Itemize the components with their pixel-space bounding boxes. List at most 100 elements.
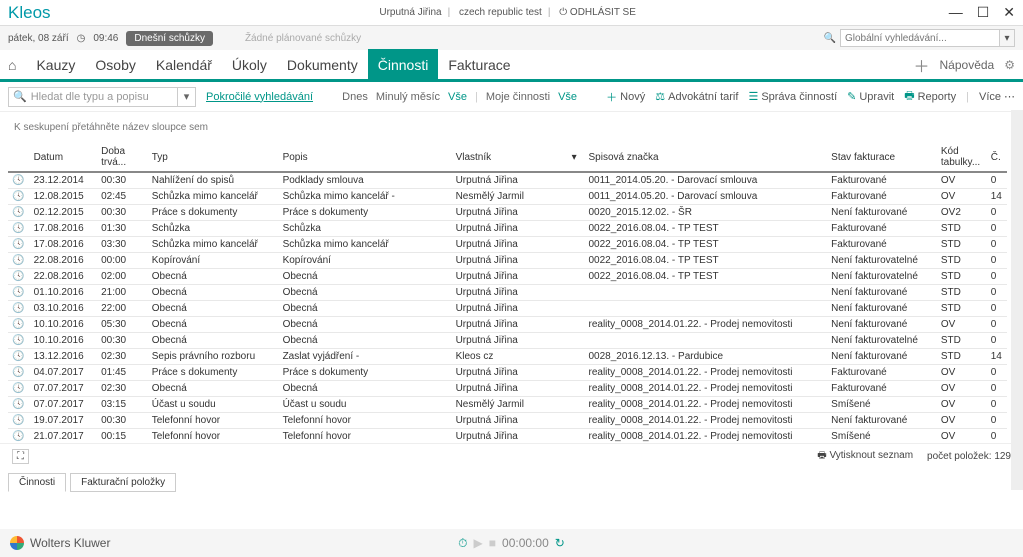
cell-typ: Sepis právního rozboru — [148, 349, 279, 365]
new-button[interactable]: ＋Nový — [606, 87, 645, 106]
table-row[interactable]: 🕓07.07.201702:30ObecnáObecnáUrputná Jiři… — [8, 381, 1007, 397]
quick-lastmonth[interactable]: Minulý měsíc — [376, 91, 440, 103]
col-spis[interactable]: Spisová značka — [585, 143, 828, 172]
nav-činnosti[interactable]: Činnosti — [368, 49, 439, 81]
table-row[interactable]: 🕓12.08.201502:45Schůzka mimo kancelářSch… — [8, 189, 1007, 205]
cell-c: 0 — [987, 205, 1007, 221]
cell-vlastnik: Urputná Jiřina — [452, 317, 568, 333]
edit-button[interactable]: ✎Upravit — [847, 87, 894, 106]
home-icon[interactable]: ⌂ — [8, 57, 16, 73]
timer-clock-icon[interactable]: ⏱ — [458, 536, 467, 551]
cell-vlastnik: Urputná Jiřina — [452, 269, 568, 285]
cell-popis: Kopírování — [279, 253, 452, 269]
cell-c: 0 — [987, 269, 1007, 285]
cell-spis — [585, 333, 828, 349]
table-row[interactable]: 🕓22.08.201602:00ObecnáObecnáUrputná Jiři… — [8, 269, 1007, 285]
right-side-panel[interactable] — [1011, 110, 1023, 490]
cell-doba: 01:45 — [97, 365, 148, 381]
tab-fakturacni[interactable]: Fakturační položky — [70, 473, 176, 492]
tarif-button[interactable]: ⚖Advokátní tarif — [655, 87, 738, 106]
col-vlastnik[interactable]: Vlastník — [452, 143, 568, 172]
table-row[interactable]: 🕓23.12.201400:30Nahlížení do spisůPodkla… — [8, 172, 1007, 189]
quick-today[interactable]: Dnes — [342, 91, 368, 103]
row-icon: 🕓 — [8, 413, 30, 429]
cell-stav: Není fakturované — [827, 205, 937, 221]
reports-button[interactable]: 🖶Reporty — [904, 87, 956, 106]
quick-all2[interactable]: Vše — [558, 91, 577, 103]
filter-dropdown-icon[interactable]: ▾ — [178, 87, 196, 107]
table-row[interactable]: 🕓17.08.201601:30SchůzkaSchůzkaUrputná Ji… — [8, 221, 1007, 237]
cell-spis: reality_0008_2014.01.22. - Prodej nemovi… — [585, 365, 828, 381]
cell-doba: 03:15 — [97, 397, 148, 413]
manage-button[interactable]: ☰Správa činností — [748, 87, 837, 106]
nav-dokumenty[interactable]: Dokumenty — [277, 49, 368, 81]
cell-vlastnik: Kleos cz — [452, 349, 568, 365]
nav-kauzy[interactable]: Kauzy — [26, 49, 85, 81]
table-row[interactable]: 🕓03.10.201622:00ObecnáObecnáUrputná Jiři… — [8, 301, 1007, 317]
cell-typ: Obecná — [148, 269, 279, 285]
group-drop-hint[interactable]: K seskupení přetáhněte název sloupce sem — [0, 112, 1023, 143]
search-dropdown-icon[interactable]: ▾ — [999, 29, 1015, 47]
quick-all[interactable]: Vše — [448, 91, 467, 103]
nav-kalendář[interactable]: Kalendář — [146, 49, 222, 81]
table-row[interactable]: 🕓22.08.201600:00KopírováníKopírováníUrpu… — [8, 253, 1007, 269]
more-button[interactable]: Více ⋯ — [979, 87, 1015, 106]
today-meetings-badge[interactable]: Dnešní schůzky — [126, 31, 213, 46]
cell-datum: 19.07.2017 — [30, 413, 98, 429]
table-row[interactable]: 🕓02.12.201500:30Práce s dokumentyPráce s… — [8, 205, 1007, 221]
cell-c: 0 — [987, 221, 1007, 237]
row-icon: 🕓 — [8, 285, 30, 301]
table-row[interactable]: 🕓17.08.201603:30Schůzka mimo kancelářSch… — [8, 237, 1007, 253]
cell-spis: reality_0008_2014.01.22. - Prodej nemovi… — [585, 429, 828, 444]
cell-c: 0 — [987, 172, 1007, 189]
nav-osoby[interactable]: Osoby — [85, 49, 145, 81]
table-row[interactable]: 🕓10.10.201605:30ObecnáObecnáUrputná Jiři… — [8, 317, 1007, 333]
plus-icon[interactable]: ＋ — [914, 53, 930, 77]
cell-vlastnik: Urputná Jiřina — [452, 253, 568, 269]
clock-icon: ◷ — [77, 33, 86, 44]
table-row[interactable]: 🕓01.10.201621:00ObecnáObecnáUrputná Jiři… — [8, 285, 1007, 301]
filter-input[interactable]: 🔍 Hledat dle typu a popisu — [8, 87, 178, 107]
cell-typ: Obecná — [148, 317, 279, 333]
cell-kod: OV — [937, 429, 987, 444]
col-kod[interactable]: Kód tabulky... — [937, 143, 987, 172]
row-icon: 🕓 — [8, 333, 30, 349]
table-row[interactable]: 🕓19.07.201700:30Telefonní hovorTelefonní… — [8, 413, 1007, 429]
col-datum[interactable]: Datum — [30, 143, 98, 172]
cell-kod: STD — [937, 253, 987, 269]
timer-stop-icon[interactable]: ■ — [489, 536, 496, 550]
close-icon[interactable]: ✕ — [1003, 4, 1015, 21]
settings-gear-icon[interactable]: ⚙ — [1004, 58, 1015, 72]
table-row[interactable]: 🕓13.12.201602:30Sepis právního rozboruZa… — [8, 349, 1007, 365]
table-row[interactable]: 🕓10.10.201600:30ObecnáObecnáUrputná Jiři… — [8, 333, 1007, 349]
cell-doba: 02:45 — [97, 189, 148, 205]
minimize-icon[interactable]: — — [949, 4, 963, 21]
print-icon: 🖶 — [817, 450, 826, 461]
advanced-search-link[interactable]: Pokročilé vyhledávání — [206, 91, 313, 103]
table-row[interactable]: 🕓21.07.201700:15Telefonní hovorTelefonní… — [8, 429, 1007, 444]
timer-refresh-icon[interactable]: ↻ — [555, 536, 565, 550]
tab-cinnosti[interactable]: Činnosti — [8, 473, 66, 492]
expand-icon[interactable]: ⛶ — [12, 449, 29, 464]
nav-úkoly[interactable]: Úkoly — [222, 49, 277, 81]
col-funnel-icon[interactable]: ▾ — [568, 143, 585, 172]
col-typ[interactable]: Typ — [148, 143, 279, 172]
quick-mine[interactable]: Moje činnosti — [486, 91, 550, 103]
cell-spis — [585, 301, 828, 317]
table-row[interactable]: 🕓04.07.201701:45Práce s dokumentyPráce s… — [8, 365, 1007, 381]
col-c[interactable]: Č. — [987, 143, 1007, 172]
logout-link[interactable]: ODHLÁSIT SE — [570, 7, 636, 18]
col-doba[interactable]: Doba trvá... — [97, 143, 148, 172]
cell-kod: OV — [937, 172, 987, 189]
print-list-button[interactable]: 🖶 Vytisknout seznam — [817, 448, 913, 465]
cell-c: 0 — [987, 285, 1007, 301]
table-row[interactable]: 🕓07.07.201703:15Účast u souduÚčast u sou… — [8, 397, 1007, 413]
maximize-icon[interactable]: ☐ — [977, 4, 990, 21]
col-popis[interactable]: Popis — [279, 143, 452, 172]
col-stav[interactable]: Stav fakturace — [827, 143, 937, 172]
global-search-input[interactable] — [840, 29, 1000, 47]
nav-fakturace[interactable]: Fakturace — [438, 49, 520, 81]
timer-play-icon[interactable]: ▶ — [474, 536, 483, 550]
cell-c: 0 — [987, 365, 1007, 381]
help-link[interactable]: Nápověda — [940, 58, 995, 72]
